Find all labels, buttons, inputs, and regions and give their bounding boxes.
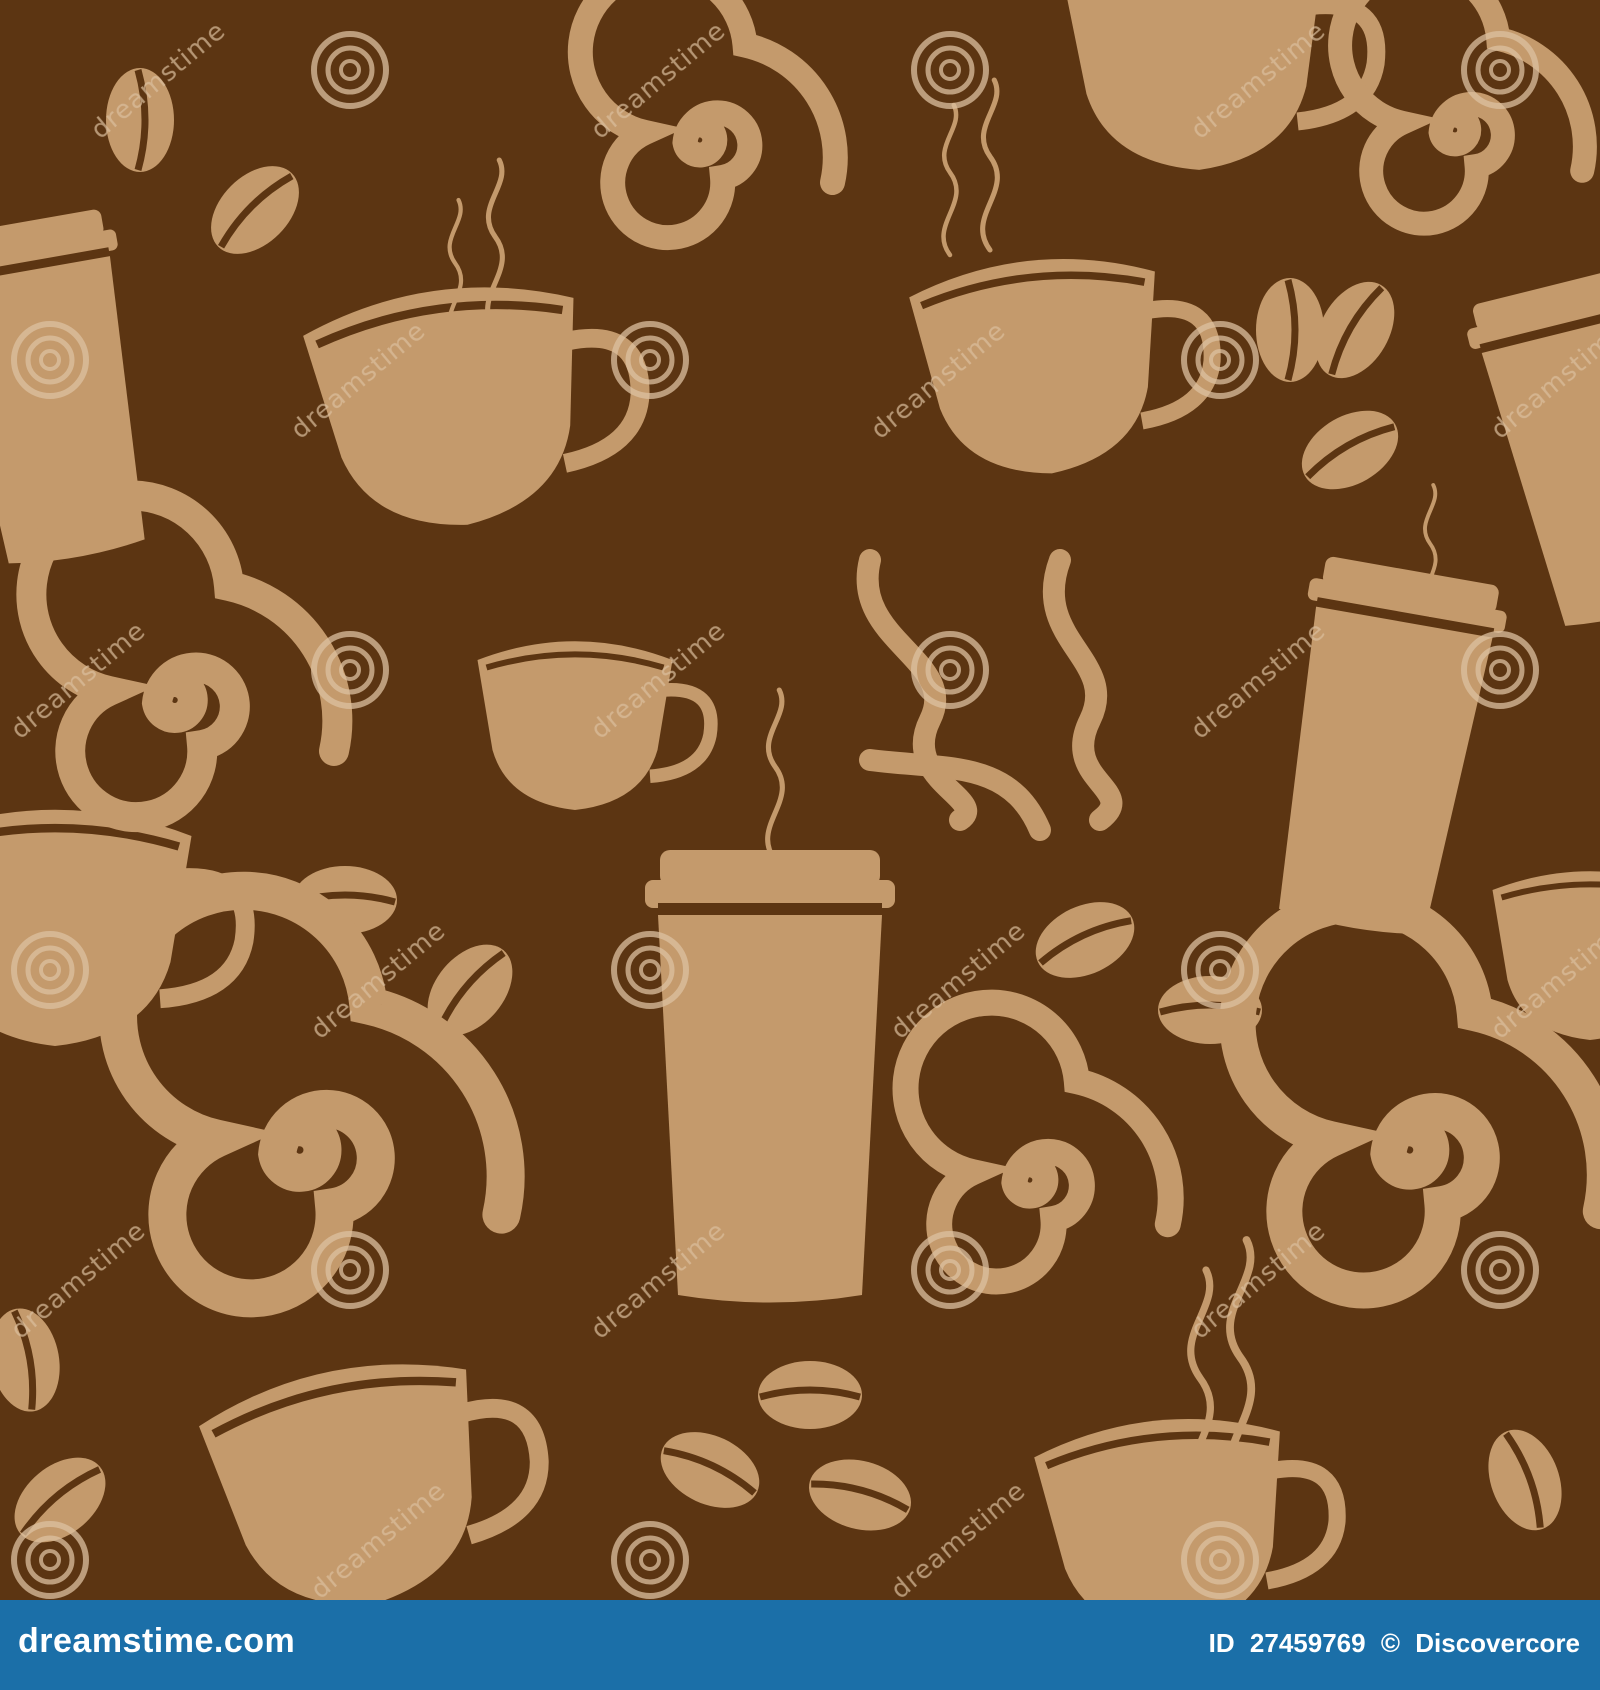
copyright-symbol: © <box>1380 1628 1400 1658</box>
id-label: ID <box>1208 1628 1235 1658</box>
image-credit: ID 27459769 © Discovercore <box>1201 1628 1580 1659</box>
coffee-bean-icon <box>758 1361 862 1429</box>
site-link[interactable]: dreamstime.com <box>18 1622 295 1661</box>
takeaway-cup-icon <box>645 850 895 1303</box>
stock-image-page: dreamstime dreamstime dreamstime dreamst… <box>0 0 1600 1690</box>
author-name[interactable]: Discovercore <box>1415 1628 1580 1658</box>
id-value: 27459769 <box>1249 1628 1366 1658</box>
stock-credit-bar: dreamstime.com ID 27459769 © Discovercor… <box>0 1600 1600 1690</box>
coffee-pattern-image: dreamstime dreamstime dreamstime dreamst… <box>0 0 1600 1600</box>
coffee-bean-icon <box>1256 278 1324 382</box>
